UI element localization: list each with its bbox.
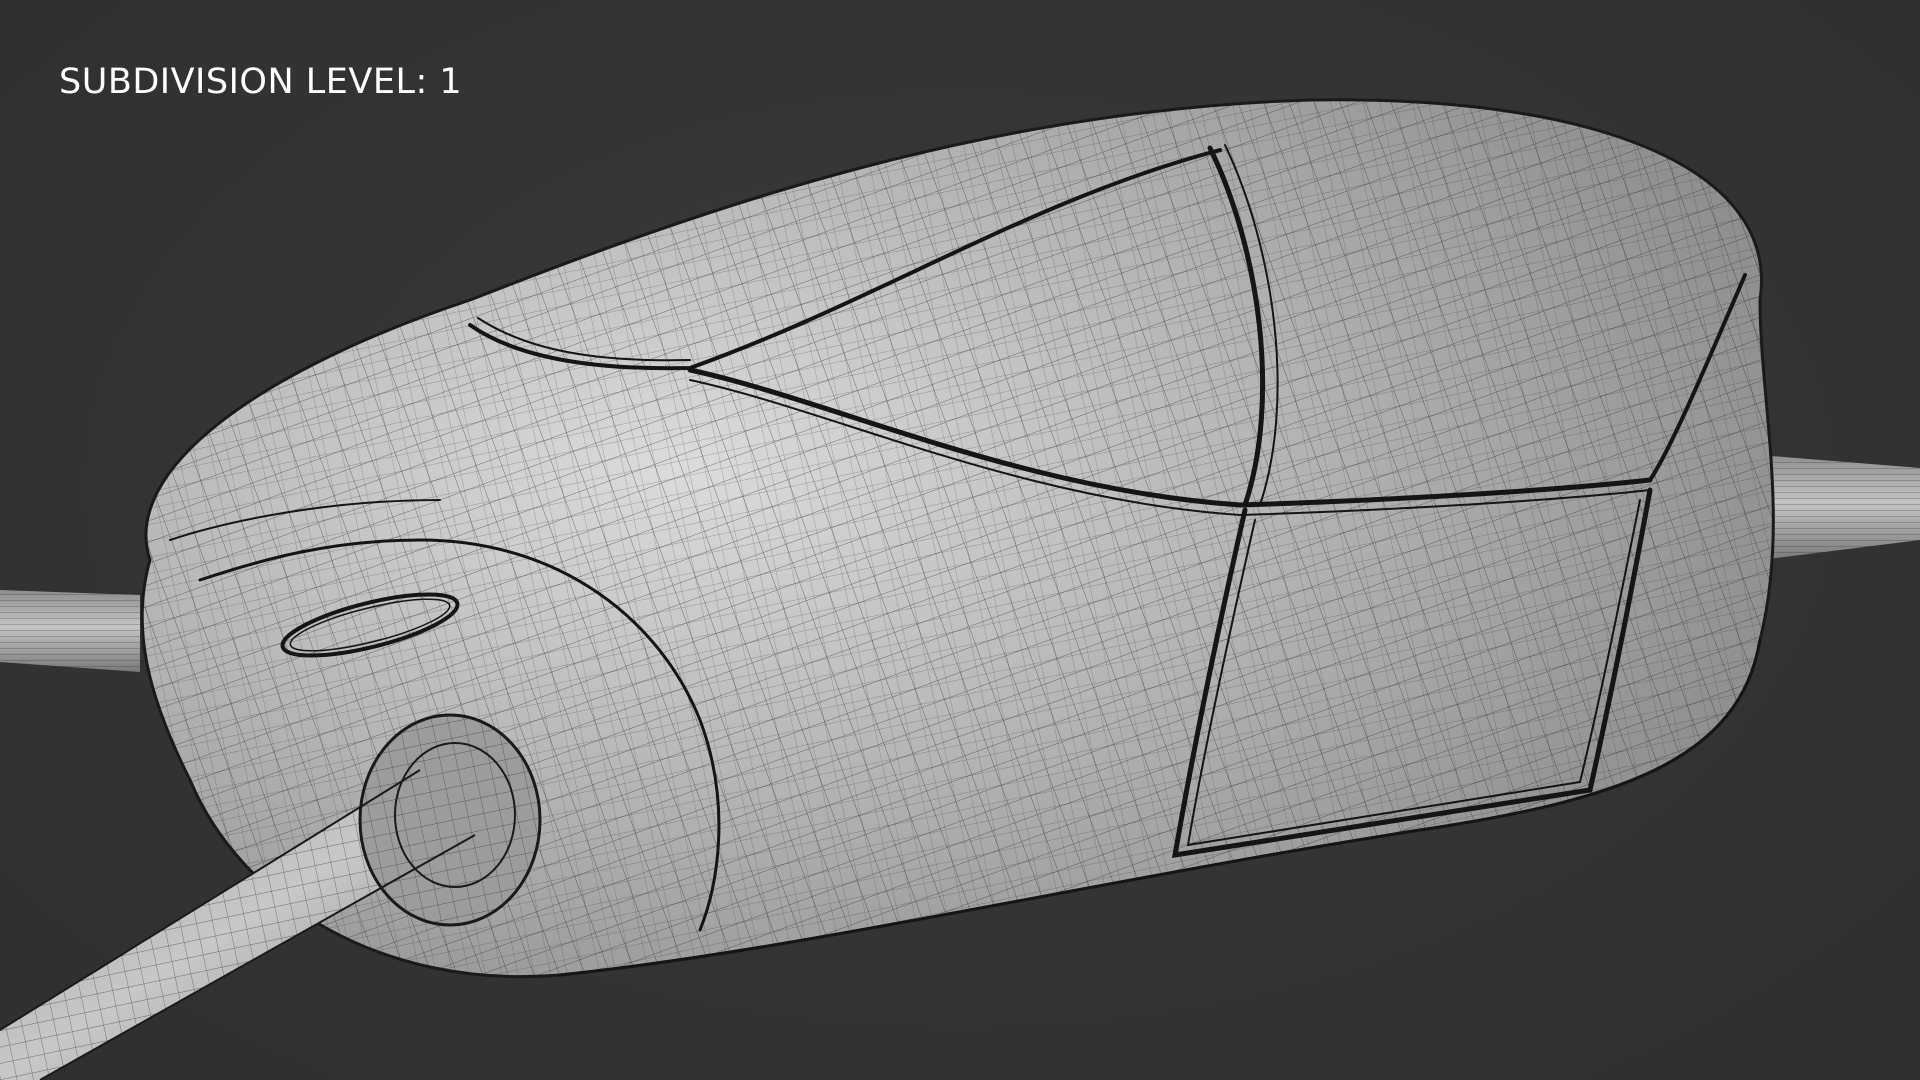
3d-viewport[interactable]: SUBDIVISION LEVEL: 1 [0, 0, 1920, 1080]
wireframe-render [0, 98, 1920, 1080]
right-rod [1760, 455, 1920, 560]
left-rod [0, 590, 140, 672]
subdivision-level-label: SUBDIVISION LEVEL: 1 [59, 62, 463, 102]
